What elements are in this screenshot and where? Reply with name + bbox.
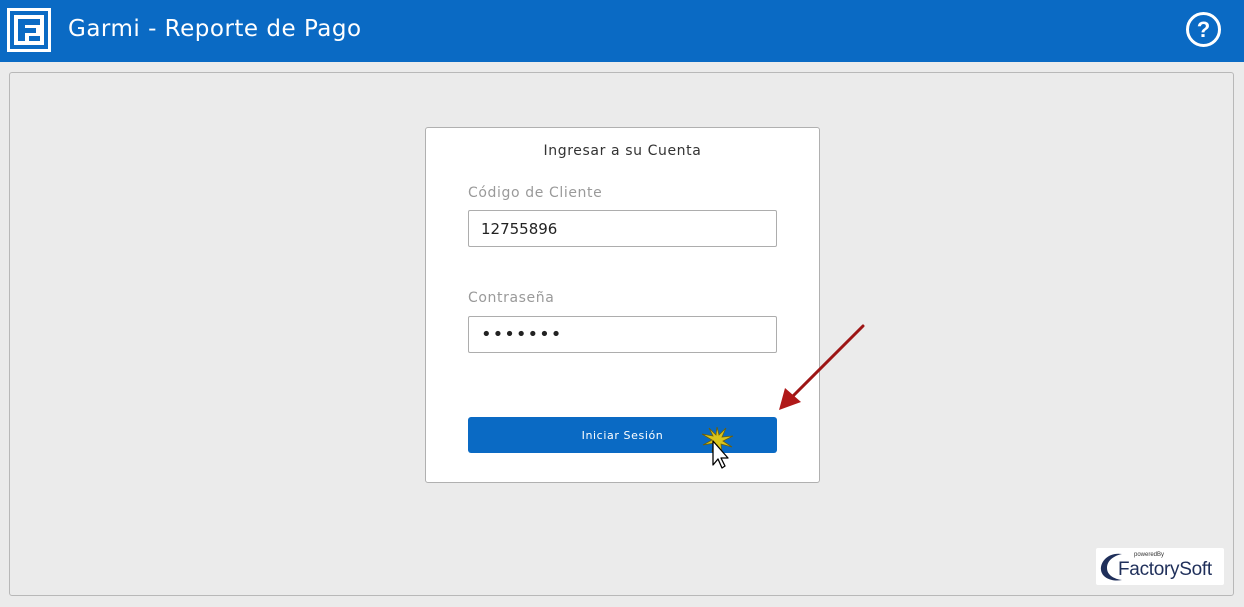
- login-title: Ingresar a su Cuenta: [543, 143, 702, 159]
- client-code-input[interactable]: [468, 210, 777, 247]
- login-card: Ingresar a su Cuenta Código de Cliente C…: [425, 127, 820, 483]
- brand-name: FactorySoft: [1118, 559, 1212, 580]
- password-input[interactable]: [468, 316, 777, 353]
- app-title: Garmi - Reporte de Pago: [68, 16, 362, 42]
- client-code-label: Código de Cliente: [468, 185, 603, 201]
- annotation-arrow-icon: [779, 324, 865, 410]
- powered-by-text: poweredBy: [1134, 552, 1165, 558]
- click-cursor-icon: [701, 426, 734, 469]
- help-icon[interactable]: ?: [1186, 12, 1221, 47]
- app-header: Garmi - Reporte de Pago ?: [0, 0, 1244, 62]
- password-label: Contraseña: [468, 290, 555, 306]
- factorysoft-f-logo-icon: [7, 8, 51, 52]
- factorysoft-brand: poweredBy FactorySoft: [1096, 548, 1224, 585]
